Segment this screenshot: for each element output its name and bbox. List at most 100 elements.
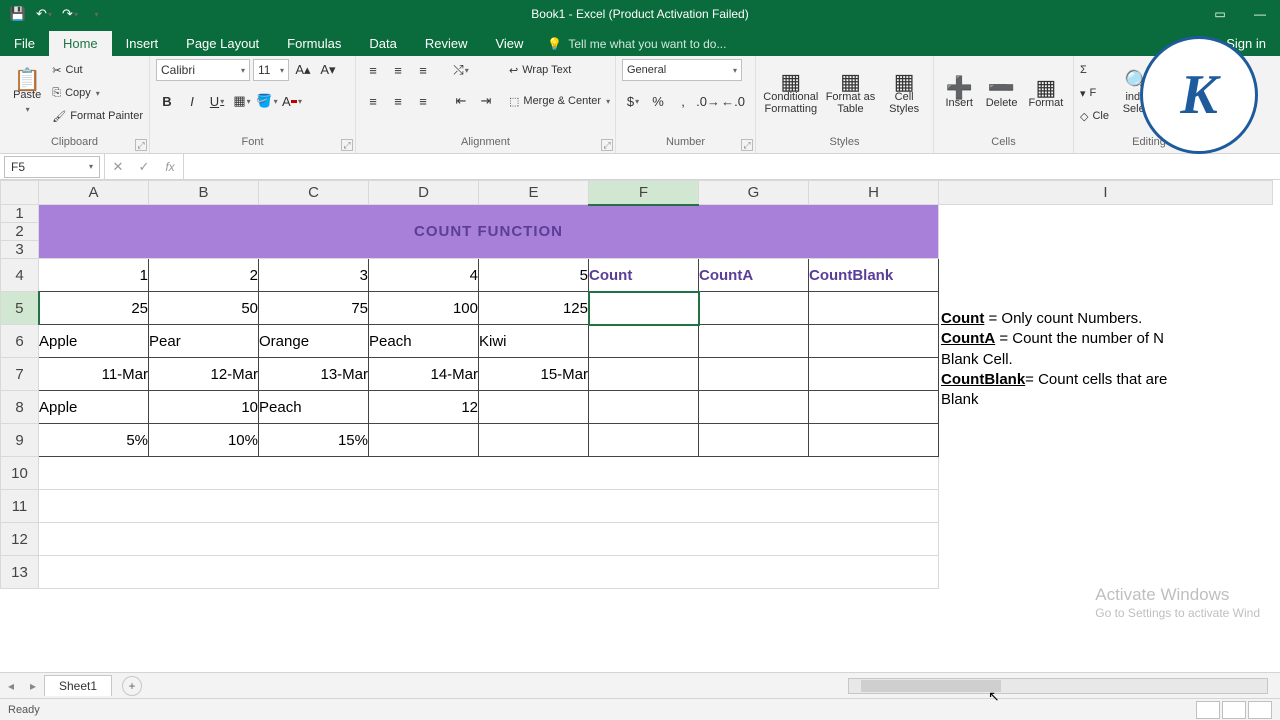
align-bottom-icon[interactable]: ≡ [412, 59, 434, 81]
row-11[interactable] [39, 490, 939, 523]
fx-icon[interactable]: fx [157, 154, 183, 180]
sheet-nav-prev-icon[interactable]: ◂ [0, 679, 22, 693]
cell-B4[interactable]: 2 [149, 259, 259, 292]
cell-B8[interactable]: 10 [149, 391, 259, 424]
comma-icon[interactable]: , [672, 90, 694, 112]
scrollbar-thumb[interactable] [861, 680, 1001, 692]
tab-review[interactable]: Review [411, 31, 482, 56]
cell-E4[interactable]: 5 [479, 259, 589, 292]
font-launcher-icon[interactable]: ⤢ [341, 139, 353, 151]
cell-C8[interactable]: Peach [259, 391, 369, 424]
cell-D4[interactable]: 4 [369, 259, 479, 292]
cell-G4[interactable]: CountA [699, 259, 809, 292]
paste-button[interactable]: 📋Paste▾ [6, 59, 48, 131]
col-header-C[interactable]: C [259, 181, 369, 205]
font-name-select[interactable]: Calibri▾ [156, 59, 250, 81]
format-as-table-button[interactable]: ▦Format as Table [824, 59, 878, 131]
col-header-E[interactable]: E [479, 181, 589, 205]
row-header-11[interactable]: 11 [1, 490, 39, 523]
shrink-font-icon[interactable]: A▾ [317, 59, 339, 81]
cell-A9[interactable]: 5% [39, 424, 149, 457]
row-header-6[interactable]: 6 [1, 325, 39, 358]
clipboard-launcher-icon[interactable]: ⤢ [135, 139, 147, 151]
align-top-icon[interactable]: ≡ [362, 59, 384, 81]
delete-cells-button[interactable]: ➖Delete [982, 59, 1020, 131]
cell-E6[interactable]: Kiwi [479, 325, 589, 358]
cell-F4[interactable]: Count [589, 259, 699, 292]
cell-F8[interactable] [589, 391, 699, 424]
qat-customize-icon[interactable]: ▾ [84, 2, 108, 26]
wrap-text-button[interactable]: ↩Wrap Text [509, 59, 610, 81]
col-header-F[interactable]: F [589, 181, 699, 205]
cell-G6[interactable] [699, 325, 809, 358]
cell-A7[interactable]: 11-Mar [39, 358, 149, 391]
cell-B5[interactable]: 50 [149, 292, 259, 325]
formula-input[interactable] [184, 156, 1280, 178]
align-middle-icon[interactable]: ≡ [387, 59, 409, 81]
tab-insert[interactable]: Insert [112, 31, 173, 56]
tab-view[interactable]: View [481, 31, 537, 56]
cell-C5[interactable]: 75 [259, 292, 369, 325]
tab-home[interactable]: Home [49, 31, 112, 56]
align-center-icon[interactable]: ≡ [387, 90, 409, 112]
page-layout-view-icon[interactable] [1222, 701, 1246, 719]
enter-icon[interactable]: ✓ [131, 154, 157, 180]
col-header-I[interactable]: I [939, 181, 1273, 205]
row-header-8[interactable]: 8 [1, 391, 39, 424]
tab-data[interactable]: Data [355, 31, 410, 56]
tab-page-layout[interactable]: Page Layout [172, 31, 273, 56]
cell-B7[interactable]: 12-Mar [149, 358, 259, 391]
save-icon[interactable]: 💾 [6, 2, 30, 26]
percent-icon[interactable]: % [647, 90, 669, 112]
italic-button[interactable]: I [181, 90, 203, 112]
cell-F7[interactable] [589, 358, 699, 391]
cell-F6[interactable] [589, 325, 699, 358]
autosum-button[interactable]: Σ [1080, 59, 1109, 81]
alignment-launcher-icon[interactable]: ⤢ [601, 139, 613, 151]
horizontal-scrollbar[interactable] [848, 678, 1268, 694]
col-header-G[interactable]: G [699, 181, 809, 205]
grow-font-icon[interactable]: A▴ [292, 59, 314, 81]
row-header-9[interactable]: 9 [1, 424, 39, 457]
clear-button[interactable]: ◇Cle [1080, 105, 1109, 127]
font-color-button[interactable]: A▾ [281, 90, 303, 112]
fill-color-button[interactable]: 🪣▾ [256, 90, 278, 112]
number-launcher-icon[interactable]: ⤢ [741, 139, 753, 151]
font-size-select[interactable]: 11▾ [253, 59, 289, 81]
cell-H6[interactable] [809, 325, 939, 358]
align-left-icon[interactable]: ≡ [362, 90, 384, 112]
normal-view-icon[interactable] [1196, 701, 1220, 719]
copy-button[interactable]: ⎘Copy▾ [52, 82, 143, 104]
sheet-tab-sheet1[interactable]: Sheet1 [44, 675, 112, 696]
cell-G8[interactable] [699, 391, 809, 424]
cell-G9[interactable] [699, 424, 809, 457]
number-format-select[interactable]: General▾ [622, 59, 742, 81]
cell-H7[interactable] [809, 358, 939, 391]
cell-H8[interactable] [809, 391, 939, 424]
cell-C9[interactable]: 15% [259, 424, 369, 457]
cell-D8[interactable]: 12 [369, 391, 479, 424]
cell-A5[interactable]: 25 [39, 292, 149, 325]
cell-C4[interactable]: 3 [259, 259, 369, 292]
cell-F9[interactable] [589, 424, 699, 457]
increase-decimal-icon[interactable]: .0→ [697, 90, 719, 112]
redo-icon[interactable]: ↷▾ [58, 2, 82, 26]
border-button[interactable]: ▦▾ [231, 90, 253, 112]
cell-G7[interactable] [699, 358, 809, 391]
cell-G5[interactable] [699, 292, 809, 325]
cell-H4[interactable]: CountBlank [809, 259, 939, 292]
tell-me-search[interactable]: 💡Tell me what you want to do... [537, 32, 736, 56]
cell-A8[interactable]: Apple [39, 391, 149, 424]
format-cells-button[interactable]: ▦Format [1025, 59, 1067, 131]
indent-decrease-icon[interactable]: ⇤ [450, 90, 472, 112]
row-header-10[interactable]: 10 [1, 457, 39, 490]
cell-C7[interactable]: 13-Mar [259, 358, 369, 391]
title-merged-cell[interactable]: COUNT FUNCTION [39, 205, 939, 259]
cut-button[interactable]: ✂Cut [52, 59, 143, 81]
row-12[interactable] [39, 523, 939, 556]
conditional-formatting-button[interactable]: ▦Conditional Formatting [762, 59, 820, 131]
insert-cells-button[interactable]: ➕Insert [940, 59, 978, 131]
cell-styles-button[interactable]: ▦Cell Styles [881, 59, 927, 131]
cell-E5[interactable]: 125 [479, 292, 589, 325]
cell-B9[interactable]: 10% [149, 424, 259, 457]
